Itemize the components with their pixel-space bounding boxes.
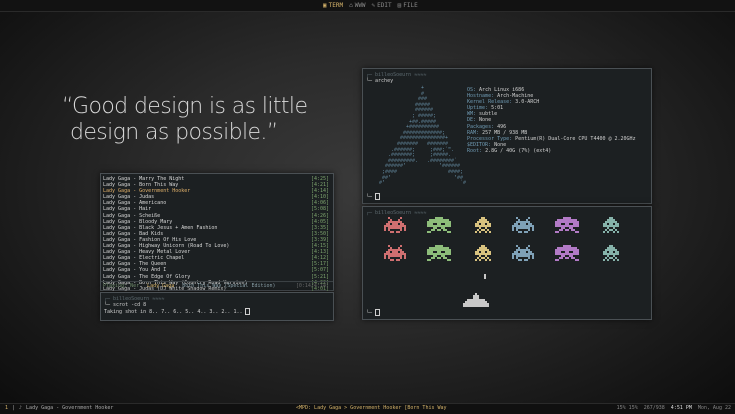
sysinfo-value: 257 MB / 938 MB — [482, 129, 528, 136]
sysinfo-key: DE: — [467, 117, 477, 124]
status-label: Playing: Ner — [103, 283, 140, 289]
system-info: OS: Arch Linux i686 Hostname: Arch-Machin… — [467, 87, 636, 154]
sysinfo-value: 2.8G / 40G (7%) (ext4) — [485, 147, 552, 154]
scrot-terminal-window[interactable]: ┌─ billeoSoeurn ≈≈≈≈ └─ scrot -cd 8 Taki… — [100, 292, 334, 321]
top-bar: ▣ TERM ⌂ WWW ✎ EDIT ▤ FILE — [0, 0, 735, 12]
player-status-bar: Playing: Ner Lady Gaga Born This Way (Sp… — [101, 281, 333, 290]
tab-edit[interactable]: ✎ EDIT — [372, 1, 392, 10]
terminal-footer-prompt: └─ — [366, 194, 376, 200]
sysinfo-key: Processor Type: — [467, 135, 513, 142]
tab-label: WWW — [354, 2, 366, 9]
terminal-icon: ▣ — [323, 2, 327, 9]
ncmpcpp-playlist-window[interactable]: Lady Gaga - Marry The Night [4:25] Lady Ga… — [100, 173, 334, 292]
mpd-now-playing: <MPD: Lady Gaga > Government Hooker [Bor… — [296, 405, 447, 411]
sysinfo-value: Arch Linux i686 — [479, 87, 525, 93]
terminal-footer-prompt: └─ — [366, 310, 376, 316]
cpu-usage: 15% 15% — [616, 405, 638, 411]
folder-icon: ▤ — [397, 2, 402, 9]
invader-alien — [384, 245, 406, 261]
invader-alien — [512, 217, 534, 233]
sysinfo-value: None — [494, 141, 507, 148]
invader-alien — [384, 217, 406, 233]
sysinfo-value: 3.0-ARCH — [515, 99, 540, 106]
invader-alien — [603, 245, 619, 261]
tab-label: FILE — [403, 2, 418, 9]
terminal-cursor[interactable] — [245, 308, 251, 315]
invaders-terminal-window[interactable]: ┌─ billeoSoeurn ≈≈≈≈ └─ — [362, 206, 652, 320]
player-bullet — [484, 274, 486, 279]
sysinfo-value: subtle — [479, 111, 498, 118]
bottom-status-bar: 1 | ♪ Lady Gaga - Government Hooker <MPD… — [0, 403, 735, 414]
invader-alien — [603, 217, 619, 233]
status-artist: Lady Gaga — [147, 283, 175, 289]
tab-term[interactable]: ▣ TERM — [323, 1, 343, 10]
sysinfo-key: Uptime: — [467, 105, 489, 112]
invader-alien — [555, 217, 579, 233]
invader-alien — [475, 217, 491, 233]
terminal-output: Taking shot in 8.. 7.. 6.. 5.. 4.. 3.. 2… — [104, 309, 246, 315]
sysinfo-value: None — [479, 117, 492, 124]
workspace-indicator[interactable]: 1 — [5, 404, 8, 413]
sysinfo-key: Kernel Release: — [467, 99, 513, 106]
clock-date: Mon, Aug 22 — [697, 405, 731, 411]
pencil-icon: ✎ — [371, 2, 376, 9]
invader-alien — [555, 245, 579, 261]
sysinfo-key: Root: — [467, 147, 483, 154]
terminal-cursor[interactable] — [375, 309, 381, 316]
tab-www[interactable]: ⌂ WWW — [349, 1, 365, 10]
invader-alien — [427, 245, 451, 261]
invader-alien — [427, 217, 451, 233]
terminal-prompt: ┌─ billeoSoeurn ≈≈≈≈ — [366, 210, 427, 216]
memory-usage: 267/938 — [643, 405, 665, 411]
quote-line-2: design as possible.” — [70, 120, 278, 145]
tab-file[interactable]: ▤ FILE — [398, 1, 418, 10]
archey-terminal-window[interactable]: ┌─ billeoSoeurn ≈≈≈≈ └─ archey + # ### #… — [362, 68, 652, 204]
tab-label: EDIT — [377, 2, 392, 9]
separator: | — [12, 405, 16, 411]
status-album: Born This Way (Special Edition) — [182, 283, 276, 289]
sysinfo-key: WM: — [467, 111, 477, 118]
sysinfo-key: Packages: — [467, 123, 495, 130]
status-position: [0:14/4:14] — [295, 283, 329, 289]
arch-linux-logo: + # ### ##### ###### ; #####; +##.##### … — [379, 85, 467, 187]
terminal-cursor[interactable] — [375, 193, 381, 200]
terminal-command: └─ archey — [366, 78, 394, 84]
sysinfo-value: 5:01 — [491, 105, 504, 112]
sysinfo-key: OS: — [467, 87, 477, 93]
sysinfo-value: Pentium(R) Dual-Core CPU T4400 @ 2.20GHz — [515, 135, 636, 142]
invader-alien — [475, 245, 491, 261]
clock-time: 4:51 PM — [670, 405, 692, 411]
view-tabs: ▣ TERM ⌂ WWW ✎ EDIT ▤ FILE — [323, 1, 418, 10]
sysinfo-key: Hostname: — [467, 93, 495, 100]
sysinfo-key: RAM: — [467, 129, 480, 136]
window-title: Lady Gaga - Government Hooker — [26, 405, 114, 411]
sysinfo-row: Root: 2.8G / 40G (7%) (ext4) — [467, 148, 636, 154]
globe-icon: ⌂ — [349, 2, 353, 9]
quote-line-1: “Good design is as little — [62, 94, 308, 119]
sysinfo-row: Processor Type: Pentium(R) Dual-Core CPU… — [467, 136, 636, 142]
invader-alien — [512, 245, 534, 261]
tab-label: TERM — [328, 2, 344, 9]
playlist: Lady Gaga - Marry The Night [4:25] Lady Ga… — [103, 176, 329, 292]
sysinfo-value: Arch-Machine — [497, 93, 534, 100]
sysinfo-value: 496 — [497, 123, 507, 130]
wallpaper-quote: “Good design is as little design as poss… — [62, 94, 332, 146]
player-cannon — [463, 293, 489, 307]
music-note-icon: ♪ — [19, 405, 23, 411]
sysinfo-key: $EDITOR: — [467, 141, 492, 148]
